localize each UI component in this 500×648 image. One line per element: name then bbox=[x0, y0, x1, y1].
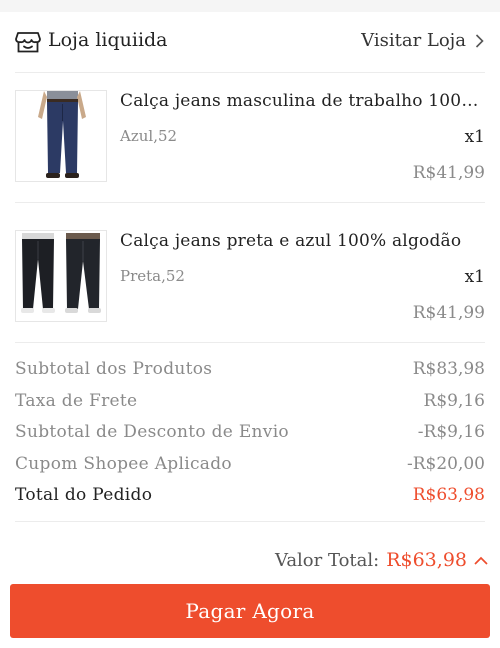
product-price: R$41,99 bbox=[412, 303, 485, 323]
chevron-up-icon bbox=[474, 556, 488, 565]
summary-row-total: Total do Pedido R$63,98 bbox=[0, 482, 500, 514]
product-image[interactable] bbox=[15, 230, 107, 322]
chevron-right-icon bbox=[475, 33, 484, 48]
product-title: Calça jeans masculina de trabalho 100% a… bbox=[120, 91, 485, 111]
coupon-label: Cupom Shopee Aplicado bbox=[15, 453, 232, 474]
product-quantity: x1 bbox=[464, 127, 485, 147]
product-price: R$41,99 bbox=[412, 163, 485, 183]
divider bbox=[15, 342, 485, 343]
summary-row-subtotal: Subtotal dos Produtos R$83,98 bbox=[0, 356, 500, 388]
shipping-discount-value: -R$9,16 bbox=[417, 422, 485, 443]
shop-icon bbox=[15, 32, 41, 53]
product-variation: Azul,52 bbox=[120, 127, 178, 145]
total-value-toggle[interactable]: Valor Total: R$63,98 bbox=[275, 549, 488, 571]
coupon-value: -R$20,00 bbox=[406, 453, 485, 474]
product-item[interactable]: Calça jeans masculina de trabalho 100% a… bbox=[0, 84, 500, 214]
visit-shop-label: Visitar Loja bbox=[361, 30, 466, 51]
total-value-label: Valor Total: bbox=[274, 549, 380, 571]
checkout-bar: Valor Total: R$63,98 Pagar Agora bbox=[0, 540, 500, 648]
order-card: Loja liquiida Visitar Loja Calça jeans m… bbox=[0, 12, 500, 540]
summary-row-shipping-discount: Subtotal de Desconto de Envio -R$9,16 bbox=[0, 419, 500, 451]
order-total-label: Total do Pedido bbox=[15, 485, 153, 506]
product-title: Calça jeans preta e azul 100% algodão bbox=[120, 231, 462, 251]
summary-row-shipping: Taxa de Frete R$9,16 bbox=[0, 388, 500, 420]
product-image[interactable] bbox=[15, 90, 107, 182]
divider bbox=[15, 72, 485, 73]
jeans-image-icon bbox=[16, 231, 106, 321]
shipping-discount-label: Subtotal de Desconto de Envio bbox=[15, 422, 289, 443]
jeans-image-icon bbox=[16, 91, 106, 181]
top-gap bbox=[0, 0, 500, 12]
shipping-value: R$9,16 bbox=[423, 390, 485, 411]
total-value-amount: R$63,98 bbox=[386, 549, 467, 571]
divider bbox=[15, 521, 485, 522]
order-total-value: R$63,98 bbox=[412, 485, 485, 506]
shop-name: Loja liquiida bbox=[48, 29, 168, 51]
price-summary: Subtotal dos Produtos R$83,98 Taxa de Fr… bbox=[0, 356, 500, 514]
divider bbox=[15, 202, 485, 203]
shop-header[interactable]: Loja liquiida Visitar Loja bbox=[0, 12, 500, 73]
subtotal-label: Subtotal dos Produtos bbox=[15, 359, 213, 379]
product-item[interactable]: Calça jeans preta e azul 100% algodão Pr… bbox=[0, 224, 500, 354]
summary-row-coupon: Cupom Shopee Aplicado -R$20,00 bbox=[0, 451, 500, 483]
visit-shop-link[interactable]: Visitar Loja bbox=[361, 30, 484, 51]
shipping-label: Taxa de Frete bbox=[15, 390, 138, 411]
pay-now-button[interactable]: Pagar Agora bbox=[10, 584, 490, 638]
product-quantity: x1 bbox=[464, 267, 485, 287]
product-variation: Preta,52 bbox=[120, 267, 185, 285]
subtotal-value: R$83,98 bbox=[412, 359, 485, 379]
